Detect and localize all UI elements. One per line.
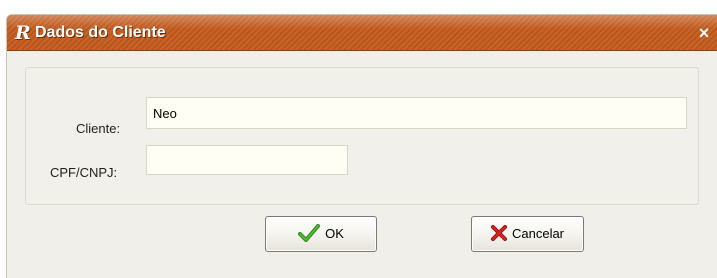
form-group-box xyxy=(25,67,699,205)
checkmark-icon xyxy=(298,223,321,245)
ok-button-label: OK xyxy=(325,226,344,241)
cancel-button[interactable]: Cancelar xyxy=(471,216,584,252)
cpf-cnpj-input[interactable] xyxy=(146,145,348,175)
cpf-cnpj-label: CPF/CNPJ: xyxy=(50,165,118,180)
app-logo-icon: R xyxy=(15,22,31,44)
cliente-input[interactable] xyxy=(146,97,687,129)
dialog-window: R Dados do Cliente × Cliente: CPF/CNPJ: … xyxy=(6,14,717,278)
cancel-button-label: Cancelar xyxy=(511,226,565,241)
dialog-title: Dados do Cliente xyxy=(35,24,166,41)
cliente-label: Cliente: xyxy=(76,121,121,136)
title-bar[interactable]: R Dados do Cliente × xyxy=(7,15,717,51)
close-icon[interactable]: × xyxy=(693,21,715,45)
ok-button[interactable]: OK xyxy=(265,216,377,252)
red-x-icon xyxy=(490,224,507,244)
